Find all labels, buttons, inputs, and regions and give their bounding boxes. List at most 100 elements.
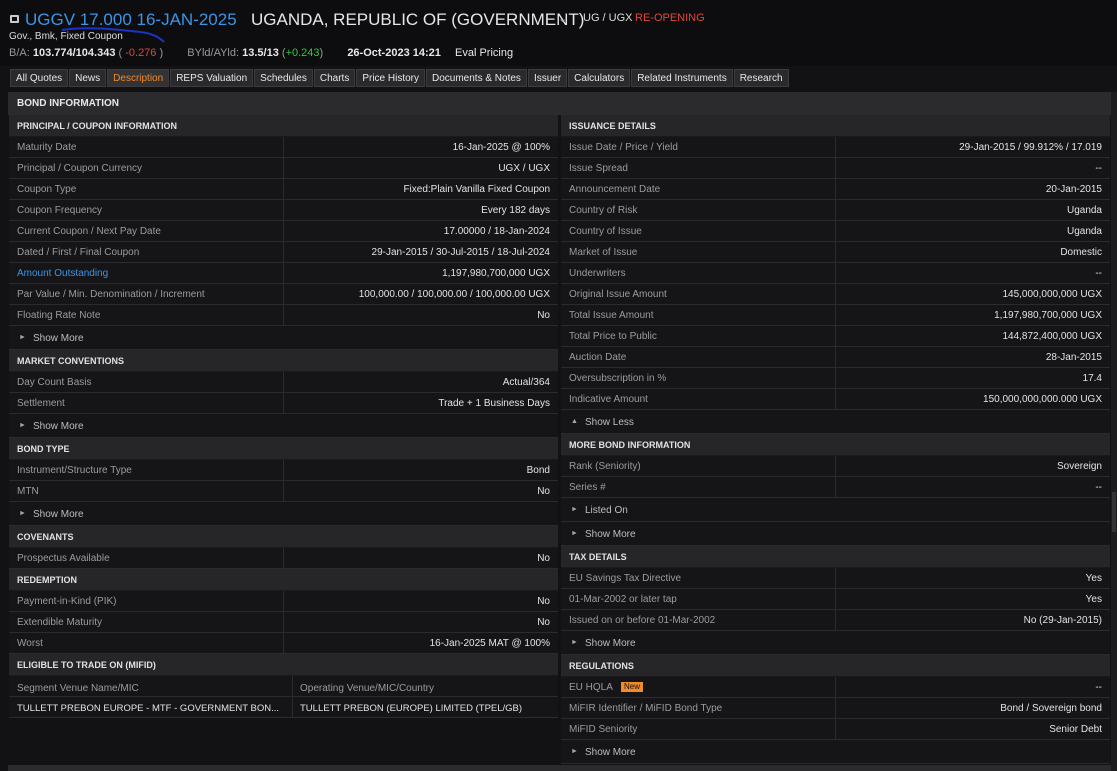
- column-divider: [283, 200, 284, 221]
- section-title: MARKET CONVENTIONS: [17, 356, 125, 366]
- mifid-segment-venue: TULLETT PREBON EUROPE - MTF - GOVERNMENT…: [17, 703, 279, 714]
- field-row: EU Savings Tax Directive Yes: [561, 568, 1110, 589]
- column-divider: [835, 389, 836, 410]
- column-divider: [835, 179, 836, 200]
- tab-issuer[interactable]: Issuer: [527, 69, 568, 87]
- column-divider: [283, 372, 284, 393]
- show-more-button[interactable]: ► Show More: [9, 414, 558, 438]
- column-divider: [283, 242, 284, 263]
- triangle-right-icon: ►: [19, 334, 26, 341]
- field-label: EU HQLA: [569, 682, 613, 693]
- field-value: 29-Jan-2015 / 30-Jul-2015 / 18-Jul-2024: [371, 247, 550, 258]
- column-divider: [835, 610, 836, 631]
- show-more-label: Show More: [585, 747, 636, 758]
- field-value: Senior Debt: [1049, 724, 1102, 735]
- tab-research[interactable]: Research: [733, 69, 789, 87]
- field-row: Worst 16-Jan-2025 MAT @ 100%: [9, 633, 558, 654]
- triangle-right-icon: ►: [19, 510, 26, 517]
- column-divider: [835, 568, 836, 589]
- instrument-icon[interactable]: [10, 15, 19, 23]
- field-value: 144,872,400,000 UGX: [1002, 331, 1102, 342]
- tab-all-quotes[interactable]: All Quotes: [10, 69, 69, 87]
- show-less-button[interactable]: ▲ Show Less: [561, 410, 1110, 434]
- field-label: Worst: [17, 638, 43, 649]
- field-label[interactable]: Amount Outstanding: [17, 268, 108, 279]
- show-more-label: Show More: [585, 529, 636, 540]
- tab-related-instruments[interactable]: Related Instruments: [631, 69, 733, 87]
- field-value: Uganda: [1066, 226, 1102, 237]
- field-value: 20-Jan-2015: [1045, 184, 1102, 195]
- pen-annotation: [61, 27, 165, 43]
- pricing-source: Eval Pricing: [455, 47, 514, 59]
- section-title: ELIGIBLE TO TRADE ON (MIFID): [17, 660, 156, 670]
- field-row: Payment-in-Kind (PIK) No: [9, 591, 558, 612]
- field-value: 29-Jan-2015 / 99.912% / 17.019: [959, 142, 1102, 153]
- field-label: Settlement: [17, 398, 65, 409]
- column-divider: [835, 137, 836, 158]
- field-row: Coupon Type Fixed:Plain Vanilla Fixed Cou…: [9, 179, 558, 200]
- field-row: Series # --: [561, 477, 1110, 498]
- column-divider: [835, 456, 836, 477]
- tab-news[interactable]: News: [69, 69, 107, 87]
- field-row: Underwriters --: [561, 263, 1110, 284]
- field-row: Prospectus Available No: [9, 548, 558, 569]
- byld-value: 13.5/13: [242, 47, 279, 59]
- byld-change: +0.243: [285, 47, 320, 59]
- field-row: Oversubscription in % 17.4: [561, 368, 1110, 389]
- column-divider: [283, 481, 284, 502]
- column-divider: [835, 368, 836, 389]
- column-divider: [835, 263, 836, 284]
- field-label: Coupon Type: [17, 184, 77, 195]
- tab-reps-valuation[interactable]: REPS Valuation: [170, 69, 254, 87]
- issuer-name[interactable]: UGANDA, REPUBLIC OF (GOVERNMENT): [251, 10, 584, 30]
- show-more-label: Show Less: [585, 417, 634, 428]
- field-label: Country of Issue: [569, 226, 642, 237]
- show-more-button[interactable]: ► Show More: [561, 740, 1110, 764]
- tab-documents-notes[interactable]: Documents & Notes: [426, 69, 527, 87]
- field-row: Coupon Frequency Every 182 days: [9, 200, 558, 221]
- field-row: Day Count Basis Actual/364: [9, 372, 558, 393]
- field-value: Trade + 1 Business Days: [438, 398, 550, 409]
- column-divider: [283, 305, 284, 326]
- triangle-right-icon: ►: [571, 530, 578, 537]
- section-title: MORE BOND INFORMATION: [569, 440, 691, 450]
- field-label: Series #: [569, 482, 606, 493]
- show-more-button[interactable]: ► Show More: [561, 631, 1110, 655]
- byld-label: BYld/AYld:: [187, 47, 240, 59]
- tab-description[interactable]: Description: [107, 69, 170, 87]
- field-row: Dated / First / Final Coupon 29-Jan-2015 …: [9, 242, 558, 263]
- show-more-button[interactable]: ► Show More: [561, 522, 1110, 546]
- section-header: ELIGIBLE TO TRADE ON (MIFID): [9, 654, 558, 676]
- field-label: Issue Date / Price / Yield: [569, 142, 678, 153]
- section-header: REGULATIONS: [561, 655, 1110, 677]
- listed-on-toggle[interactable]: ► Listed On: [561, 498, 1110, 522]
- field-row: Amount Outstanding 1,197,980,700,000 UGX: [9, 263, 558, 284]
- field-row: Original Issue Amount 145,000,000,000 UGX: [561, 284, 1110, 305]
- right-column: ISSUANCE DETAILS Issue Date / Price / Yie…: [561, 115, 1110, 764]
- triangle-right-icon: ►: [571, 506, 578, 513]
- field-row: Market of Issue Domestic: [561, 242, 1110, 263]
- tab-schedules[interactable]: Schedules: [254, 69, 313, 87]
- scrollbar[interactable]: [1111, 92, 1117, 771]
- tab-price-history[interactable]: Price History: [356, 69, 425, 87]
- field-value: 145,000,000,000 UGX: [1002, 289, 1102, 300]
- bond-description-window: UGGV 17.000 16-JAN-2025 UGANDA, REPUBLIC…: [0, 0, 1117, 771]
- column-divider: [835, 326, 836, 347]
- field-row: Total Issue Amount 1,197,980,700,000 UGX: [561, 305, 1110, 326]
- show-more-button[interactable]: ► Show More: [9, 326, 558, 350]
- tab-calculators[interactable]: Calculators: [568, 69, 631, 87]
- field-row: MiFIR Identifier / MiFID Bond Type Bond /…: [561, 698, 1110, 719]
- column-divider: [283, 548, 284, 569]
- tab-charts[interactable]: Charts: [313, 69, 356, 87]
- show-more-button[interactable]: ► Show More: [9, 502, 558, 526]
- new-badge: New: [621, 682, 644, 692]
- field-value: No: [537, 486, 550, 497]
- column-divider: [835, 242, 836, 263]
- status-badge: RE-OPENING: [635, 12, 705, 24]
- field-value: --: [1095, 268, 1102, 279]
- section-title: COVENANTS: [17, 532, 74, 542]
- chevron-down-icon[interactable]: ⌄: [558, 12, 567, 25]
- scrollbar-thumb[interactable]: [1112, 492, 1116, 532]
- field-value: Domestic: [1060, 247, 1102, 258]
- field-value: 100,000.00 / 100,000.00 / 100,000.00 UGX: [358, 289, 550, 300]
